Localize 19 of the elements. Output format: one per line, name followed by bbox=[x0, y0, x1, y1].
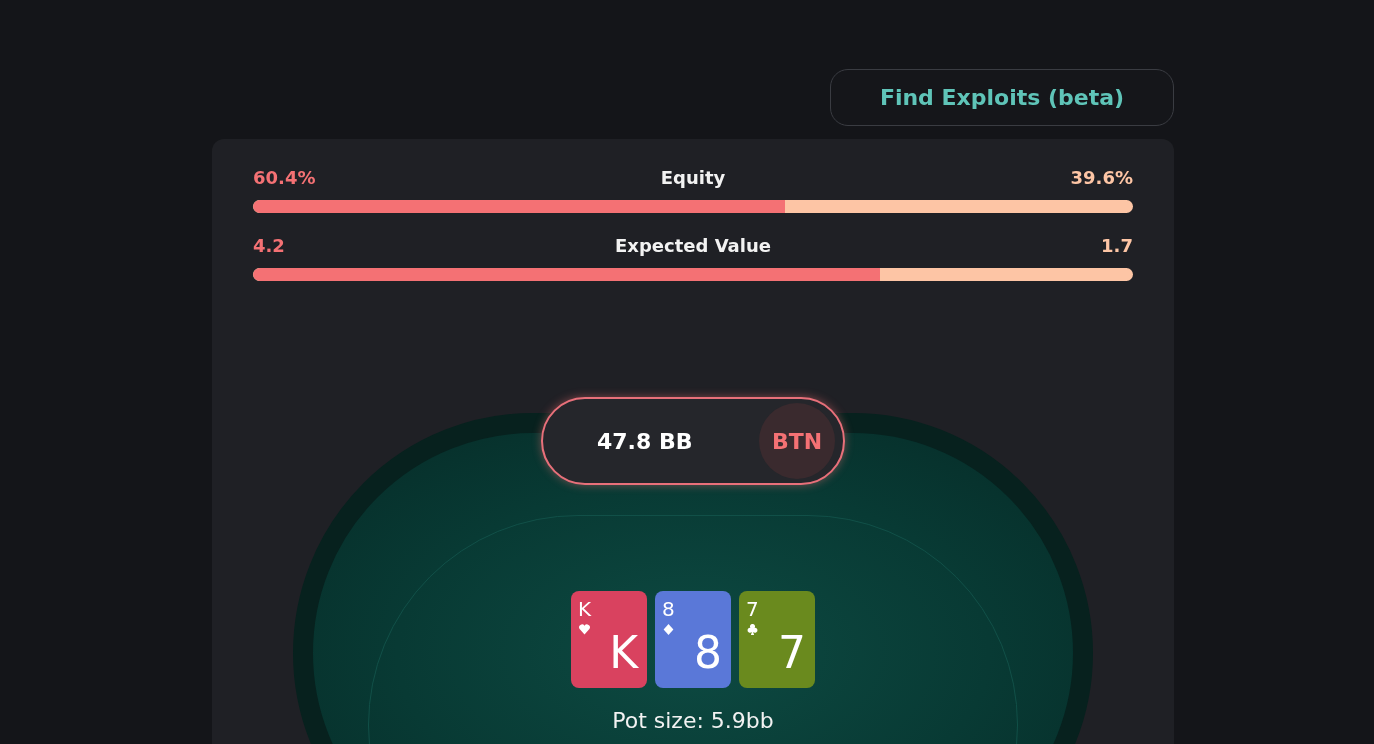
card-rank: 7 bbox=[746, 597, 759, 621]
card-rank: 7 bbox=[778, 627, 806, 678]
find-exploits-button[interactable]: Find Exploits (beta) bbox=[830, 69, 1174, 126]
card-rank: K bbox=[609, 627, 638, 678]
card-rank: 8 bbox=[662, 597, 675, 621]
right-value: 39.6% bbox=[1070, 167, 1133, 188]
card-rank: 8 bbox=[694, 627, 722, 678]
diamond-suit-icon bbox=[662, 623, 675, 636]
pot-size: Pot size: 5.9bb bbox=[612, 708, 774, 733]
heart-suit-icon bbox=[578, 623, 591, 636]
right-value: 1.7 bbox=[1101, 235, 1133, 256]
left-value: 4.2 bbox=[253, 235, 285, 256]
stack-size: 47.8 BB bbox=[597, 428, 693, 454]
card-rank: K bbox=[578, 597, 592, 621]
metric-title: Equity bbox=[660, 167, 726, 188]
position-badge: BTN bbox=[759, 403, 835, 479]
left-value: 60.4% bbox=[253, 167, 316, 188]
club-suit-icon bbox=[746, 623, 759, 636]
metric-title: Expected Value bbox=[615, 235, 771, 256]
